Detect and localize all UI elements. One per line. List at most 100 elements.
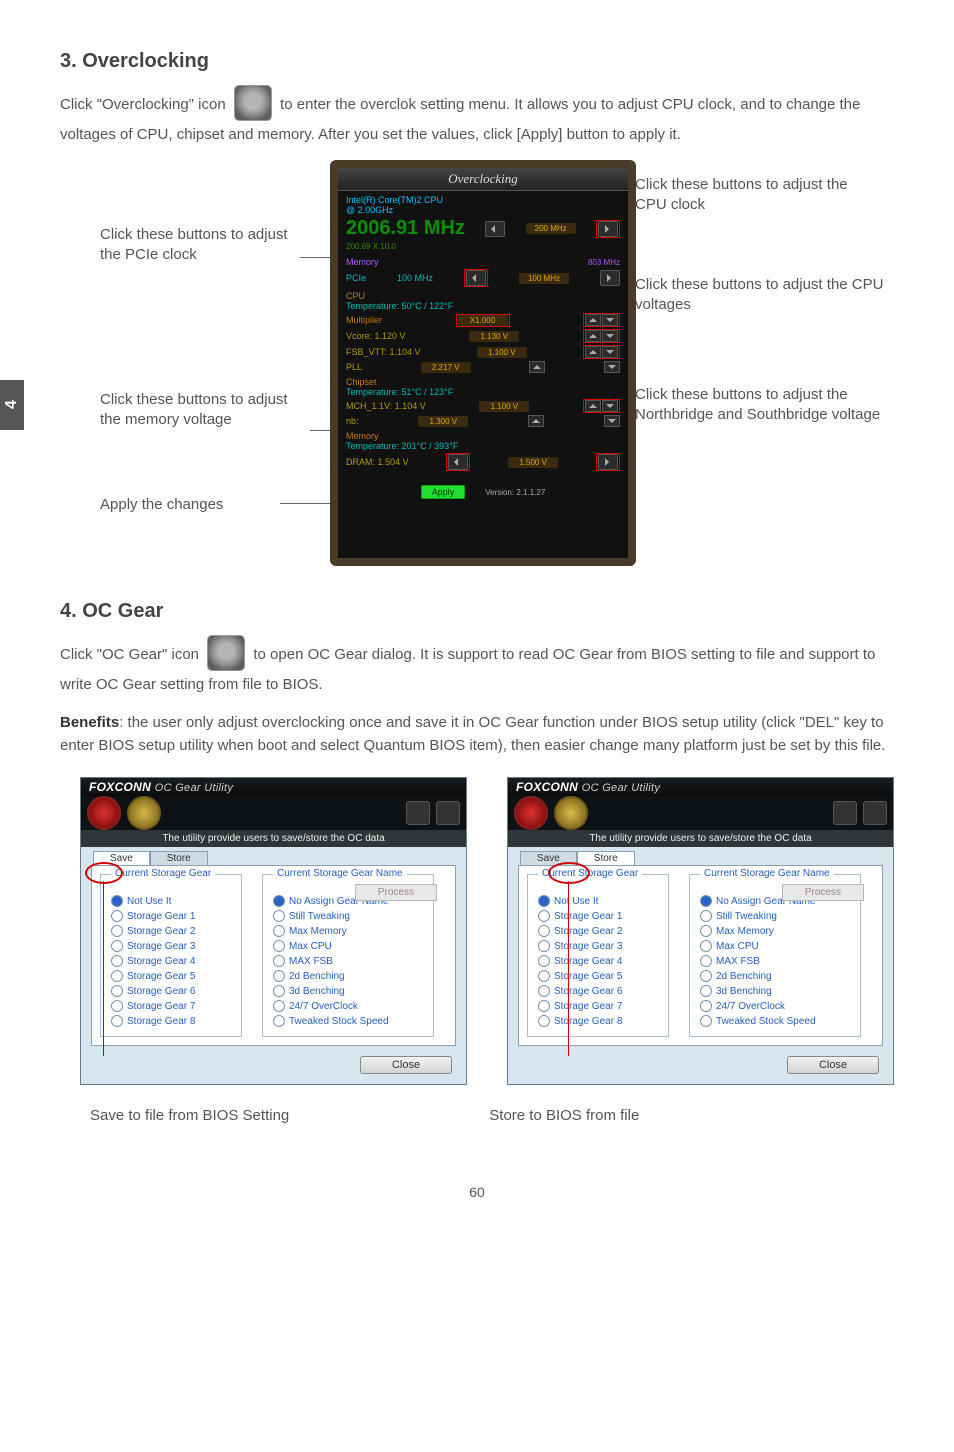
overclocking-icon: [234, 85, 272, 121]
ocgear-dialog-save: FOXCONN OC Gear Utility The utility prov…: [80, 777, 467, 1085]
tab-save[interactable]: Save: [93, 851, 150, 865]
oc-panel-title: Overclocking: [338, 168, 628, 191]
radio-maxfsb-2[interactable]: MAX FSB: [716, 956, 760, 967]
pcie-label: PCIe: [346, 273, 366, 283]
radio-gear2-2[interactable]: Storage Gear 2: [554, 926, 622, 937]
radio-tweaking[interactable]: Still Tweaking: [289, 911, 350, 922]
page-number: 60: [60, 1184, 894, 1200]
radio-tweaking-2[interactable]: Still Tweaking: [716, 911, 777, 922]
cpu-mhz-sub: 200.69 X 10.0: [346, 242, 620, 251]
radio-maxmem-2[interactable]: Max Memory: [716, 926, 774, 937]
process-button-2[interactable]: Process: [782, 884, 864, 901]
radio-3d[interactable]: 3d Benching: [289, 986, 345, 997]
folder-icon-2[interactable]: [863, 801, 887, 825]
radio-tweaked-2[interactable]: Tweaked Stock Speed: [716, 1016, 816, 1027]
vtt-label: FSB_VTT: 1.104 V: [346, 347, 421, 357]
pll-up-button[interactable]: [529, 361, 545, 373]
section-ocgear-title: 4. OC Gear: [60, 600, 894, 623]
radio-3d-2[interactable]: 3d Benching: [716, 986, 772, 997]
close-button-2[interactable]: Close: [787, 1056, 879, 1074]
pll-value: 2.217 V: [421, 362, 471, 373]
chipset-section: Chipset: [346, 377, 620, 387]
radio-gear3[interactable]: Storage Gear 3: [127, 941, 195, 952]
folder-icon[interactable]: [436, 801, 460, 825]
radio-gear1-2[interactable]: Storage Gear 1: [554, 911, 622, 922]
radio-247[interactable]: 24/7 OverClock: [289, 1001, 358, 1012]
mch-up-button[interactable]: [585, 400, 601, 412]
process-button[interactable]: Process: [355, 884, 437, 901]
vcore-up-button[interactable]: [585, 330, 601, 342]
radio-tweaked[interactable]: Tweaked Stock Speed: [289, 1016, 389, 1027]
radio-2d[interactable]: 2d Benching: [289, 971, 345, 982]
close-button[interactable]: Close: [360, 1056, 452, 1074]
mult-up-button[interactable]: [585, 314, 601, 326]
tab-save-2[interactable]: Save: [520, 851, 577, 865]
dram-value: 1.500 V: [508, 457, 558, 468]
settings-icon-2[interactable]: [833, 801, 857, 825]
radio-gear4-2[interactable]: Storage Gear 4: [554, 956, 622, 967]
radio-gear7[interactable]: Storage Gear 7: [127, 1001, 195, 1012]
callout-nb-sb: Click these buttons to adjust the Northb…: [635, 385, 915, 424]
nb-up-button[interactable]: [528, 415, 544, 427]
apply-button[interactable]: Apply: [421, 485, 466, 499]
group1-title-2: Current Storage Gear: [538, 868, 642, 879]
vcore-down-button[interactable]: [602, 330, 618, 342]
group-storage-gear-2: Current Storage Gear Not Use It Storage …: [527, 874, 669, 1037]
radio-gear8[interactable]: Storage Gear 8: [127, 1016, 195, 1027]
radio-gear8-2[interactable]: Storage Gear 8: [554, 1016, 622, 1027]
radio-maxcpu-2[interactable]: Max CPU: [716, 941, 759, 952]
caption-store: Store to BIOS from file: [489, 1107, 639, 1124]
pcie-btn-value: 100 MHz: [519, 273, 569, 284]
logo-icon-gold-2: [554, 796, 588, 830]
radio-not-use-2[interactable]: Not Use It: [554, 896, 598, 907]
vtt-up-button[interactable]: [585, 346, 601, 358]
fsb-up-button[interactable]: [598, 221, 618, 237]
pll-down-button[interactable]: [604, 361, 620, 373]
radio-gear5[interactable]: Storage Gear 5: [127, 971, 195, 982]
vcore-value: 1.130 V: [469, 331, 519, 342]
radio-maxcpu[interactable]: Max CPU: [289, 941, 332, 952]
group1-title: Current Storage Gear: [111, 868, 215, 879]
temp-cpu: Temperature: 50°C / 122°F: [346, 301, 620, 311]
mult-label: Multiplier: [346, 315, 382, 325]
settings-icon[interactable]: [406, 801, 430, 825]
utility-title-2: OC Gear Utility: [582, 782, 660, 794]
section-overclocking-paragraph: Click "Overclocking" icon to enter the o…: [60, 87, 894, 146]
radio-247-2[interactable]: 24/7 OverClock: [716, 1001, 785, 1012]
dram-left-button[interactable]: [448, 454, 468, 470]
radio-gear3-2[interactable]: Storage Gear 3: [554, 941, 622, 952]
callout-memory: Click these buttons to adjust the memory…: [100, 390, 310, 429]
tab-store[interactable]: Store: [150, 851, 208, 865]
radio-not-use[interactable]: Not Use It: [127, 896, 171, 907]
pcie-up-button[interactable]: [600, 270, 620, 286]
radio-gear4[interactable]: Storage Gear 4: [127, 956, 195, 967]
radio-gear5-2[interactable]: Storage Gear 5: [554, 971, 622, 982]
tab-store-2[interactable]: Store: [577, 851, 635, 865]
pcie-value: 100 MHz: [397, 273, 433, 283]
brand-text-2: FOXCONN: [516, 780, 578, 794]
logo-icon-red-2: [514, 796, 548, 830]
nb-down-button[interactable]: [604, 415, 620, 427]
vtt-down-button[interactable]: [602, 346, 618, 358]
radio-maxfsb[interactable]: MAX FSB: [289, 956, 333, 967]
group2-title: Current Storage Gear Name: [273, 868, 407, 879]
radio-2d-2[interactable]: 2d Benching: [716, 971, 772, 982]
radio-gear2[interactable]: Storage Gear 2: [127, 926, 195, 937]
dram-label: DRAM: 1.504 V: [346, 457, 409, 467]
radio-gear6-2[interactable]: Storage Gear 6: [554, 986, 622, 997]
nb-label: nb:: [346, 416, 359, 426]
pcie-down-button[interactable]: [466, 270, 486, 286]
radio-maxmem[interactable]: Max Memory: [289, 926, 347, 937]
mult-down-button[interactable]: [602, 314, 618, 326]
radio-gear1[interactable]: Storage Gear 1: [127, 911, 195, 922]
dialog-legend-2: The utility provide users to save/store …: [508, 830, 893, 847]
vtt-value: 1.100 V: [477, 347, 527, 358]
fsb-down-button[interactable]: [485, 221, 505, 237]
logo-icon-red: [87, 796, 121, 830]
radio-gear7-2[interactable]: Storage Gear 7: [554, 1001, 622, 1012]
dram-right-button[interactable]: [598, 454, 618, 470]
mch-down-button[interactable]: [602, 400, 618, 412]
oc-para-a: Click "Overclocking" icon: [60, 96, 226, 113]
ocgear-para-a: Click "OC Gear" icon: [60, 646, 199, 663]
radio-gear6[interactable]: Storage Gear 6: [127, 986, 195, 997]
